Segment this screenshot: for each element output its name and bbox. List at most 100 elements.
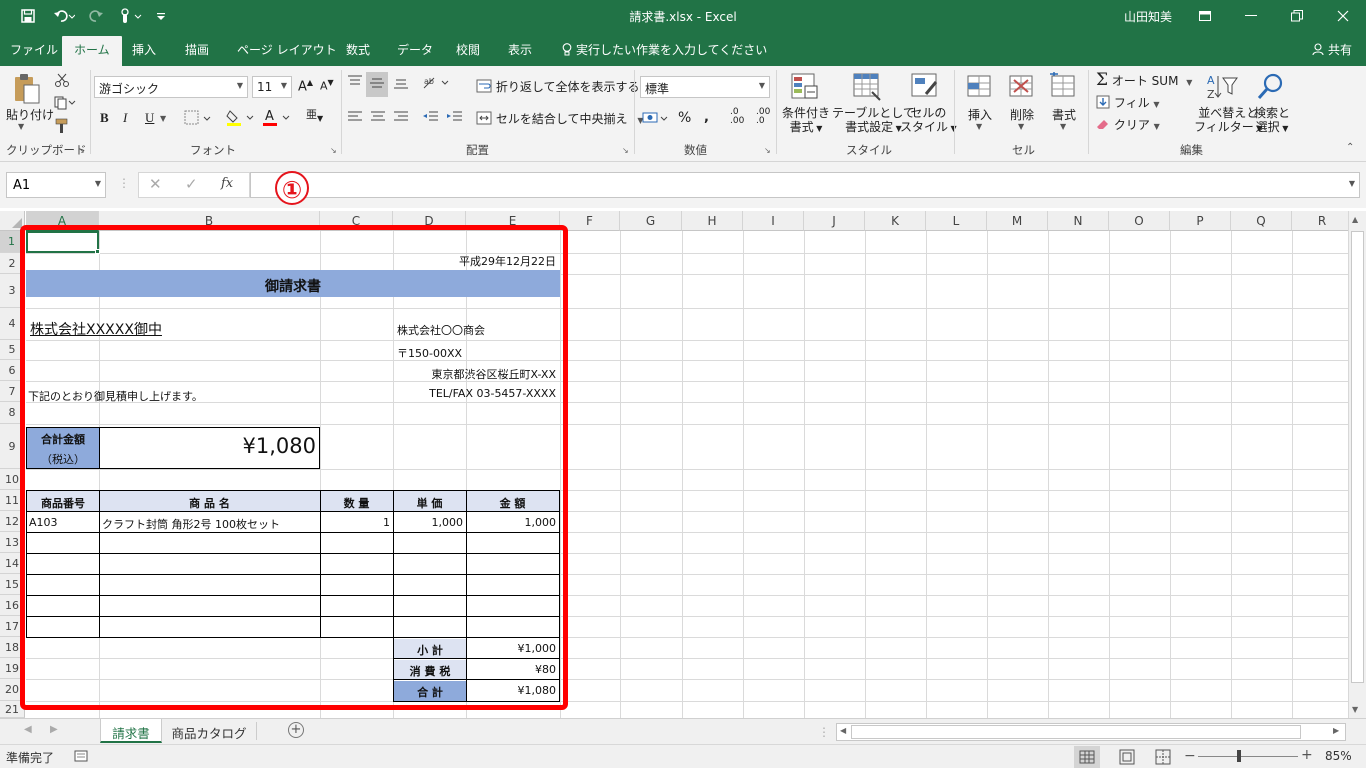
formula-input[interactable]: ▼ bbox=[250, 172, 1360, 198]
insert-cells-button[interactable]: 挿入 bbox=[968, 106, 992, 123]
merge-center-button[interactable]: セルを結合して中央揃え ▼ bbox=[476, 110, 643, 128]
zoom-in-icon[interactable]: + bbox=[1301, 747, 1313, 763]
sheet-tab-active[interactable]: 請求書 bbox=[100, 719, 162, 743]
number-launcher-icon[interactable]: ↘ bbox=[764, 146, 771, 155]
align-bottom-icon[interactable] bbox=[392, 74, 410, 93]
font-size-select[interactable]: 11 ▼ bbox=[252, 76, 292, 98]
worksheet-grid[interactable]: ABCDEFGHIJKLMNOPQR 1 2 3 4 5 6 7 8 9 10 11 12 13 14 15… bbox=[0, 208, 1366, 718]
align-right-icon[interactable] bbox=[392, 110, 410, 127]
tab-page-layout[interactable]: ページ レイアウト bbox=[237, 32, 337, 66]
format-as-table-icon[interactable] bbox=[852, 72, 882, 102]
column-header-i[interactable]: I bbox=[743, 211, 804, 231]
delete-cells-button[interactable]: 削除 bbox=[1010, 106, 1034, 123]
vertical-scrollbar[interactable]: ▲ ▼ bbox=[1348, 211, 1366, 718]
tab-file[interactable]: ファイル bbox=[10, 32, 58, 66]
column-header-j[interactable]: J bbox=[804, 211, 865, 231]
bold-button[interactable]: B bbox=[100, 110, 109, 126]
column-header-r[interactable]: R bbox=[1292, 211, 1353, 231]
font-launcher-icon[interactable]: ↘ bbox=[330, 146, 337, 155]
page-break-preview-icon[interactable] bbox=[1150, 746, 1176, 768]
find-select-icon[interactable] bbox=[1256, 72, 1286, 102]
column-header-l[interactable]: L bbox=[926, 211, 987, 231]
tab-formulas[interactable]: 数式 bbox=[346, 32, 370, 66]
wrap-text-button[interactable]: 折り返して全体を表示する bbox=[476, 78, 639, 96]
zoom-level[interactable]: 85% bbox=[1325, 749, 1352, 763]
collapse-ribbon-icon[interactable]: ⌃ bbox=[1346, 142, 1354, 153]
tab-insert[interactable]: 挿入 bbox=[132, 32, 156, 66]
confirm-entry-icon[interactable]: ✓ bbox=[185, 175, 198, 193]
format-cells-icon[interactable] bbox=[1048, 72, 1078, 102]
fill-color-icon[interactable] bbox=[226, 108, 256, 129]
vertical-scroll-thumb[interactable] bbox=[1351, 231, 1364, 683]
italic-button[interactable]: I bbox=[123, 110, 127, 126]
tab-data[interactable]: データ bbox=[397, 32, 433, 66]
alignment-launcher-icon[interactable]: ↘ bbox=[622, 146, 629, 155]
zoom-slider-track[interactable] bbox=[1198, 756, 1298, 757]
column-header-g[interactable]: G bbox=[620, 211, 682, 231]
conditional-formatting-icon[interactable] bbox=[790, 72, 820, 102]
align-top-icon[interactable] bbox=[346, 74, 364, 93]
paste-dropdown-icon[interactable]: ▼ bbox=[18, 122, 24, 131]
horizontal-scroll-thumb[interactable] bbox=[851, 725, 1301, 739]
phonetic-guide-icon[interactable]: 亜▼ bbox=[306, 106, 323, 123]
paste-button-label[interactable]: 貼り付け bbox=[6, 106, 54, 123]
column-header-h[interactable]: H bbox=[682, 211, 743, 231]
column-header-m[interactable]: M bbox=[987, 211, 1048, 231]
column-header-n[interactable]: N bbox=[1048, 211, 1109, 231]
close-icon[interactable] bbox=[1328, 0, 1358, 32]
find-select-button[interactable]: 検索と 選択 ▼ bbox=[1254, 106, 1290, 136]
column-header-f[interactable]: F bbox=[560, 211, 620, 231]
format-cells-button[interactable]: 書式 bbox=[1052, 106, 1076, 123]
conditional-formatting-button[interactable]: 条件付き 書式 ▼ bbox=[782, 106, 830, 136]
borders-icon[interactable] bbox=[184, 110, 212, 129]
tab-home[interactable]: ホーム bbox=[62, 36, 122, 66]
accounting-format-icon[interactable] bbox=[642, 110, 670, 129]
cancel-entry-icon[interactable]: ✕ bbox=[149, 175, 162, 193]
cell-styles-button[interactable]: セルの スタイル ▼ bbox=[900, 106, 957, 136]
chevron-down-icon[interactable]: ▼ bbox=[976, 122, 982, 131]
cut-icon[interactable] bbox=[54, 72, 70, 91]
underline-button[interactable]: U bbox=[145, 110, 154, 126]
chevron-down-icon[interactable]: ▼ bbox=[1060, 122, 1066, 131]
fill-button[interactable]: フィル ▼ bbox=[1096, 94, 1160, 112]
increase-indent-icon[interactable] bbox=[446, 110, 464, 127]
tell-me-box[interactable]: 実行したい作業を入力してください bbox=[562, 41, 767, 59]
percent-style-button[interactable]: % bbox=[678, 110, 691, 126]
zoom-slider-thumb[interactable] bbox=[1237, 750, 1241, 762]
increase-decimal-icon[interactable]: .0.00 bbox=[730, 108, 744, 126]
paste-icon[interactable] bbox=[12, 72, 42, 104]
name-box[interactable]: A1 ▼ bbox=[6, 172, 106, 198]
decrease-indent-icon[interactable] bbox=[422, 110, 440, 127]
sort-filter-button[interactable]: 並べ替えと フィルター ▼ bbox=[1194, 106, 1262, 136]
tab-draw[interactable]: 描画 bbox=[185, 32, 209, 66]
number-format-select[interactable]: 標準 ▼ bbox=[640, 76, 770, 98]
increase-font-size-icon[interactable]: A▲ bbox=[298, 78, 313, 94]
font-color-icon[interactable]: A bbox=[262, 108, 292, 129]
delete-cells-icon[interactable] bbox=[1006, 72, 1036, 102]
insert-cells-icon[interactable] bbox=[964, 72, 994, 102]
scroll-left-icon[interactable]: ◀ bbox=[840, 726, 846, 735]
horizontal-scrollbar[interactable]: ◀ ▶ bbox=[836, 723, 1346, 741]
tab-split-handle[interactable]: ⋮ bbox=[818, 725, 830, 739]
restore-icon[interactable] bbox=[1282, 0, 1312, 32]
minimize-icon[interactable] bbox=[1236, 0, 1266, 32]
align-left-icon[interactable] bbox=[346, 110, 364, 127]
scroll-up-icon[interactable]: ▲ bbox=[1352, 215, 1358, 224]
decrease-decimal-icon[interactable]: .00.0 bbox=[756, 108, 770, 126]
next-sheet-icon[interactable]: ▶ bbox=[50, 724, 58, 735]
scroll-down-icon[interactable]: ▼ bbox=[1352, 705, 1358, 714]
tab-review[interactable]: 校閲 bbox=[456, 32, 480, 66]
align-center-icon[interactable] bbox=[369, 110, 387, 127]
cell-styles-icon[interactable] bbox=[910, 72, 940, 102]
tab-view[interactable]: 表示 bbox=[508, 32, 532, 66]
page-layout-view-icon[interactable] bbox=[1114, 746, 1140, 768]
underline-dropdown-icon[interactable]: ▼ bbox=[160, 114, 166, 123]
format-painter-icon[interactable] bbox=[54, 118, 70, 137]
chevron-down-icon[interactable]: ▼ bbox=[1349, 179, 1355, 188]
zoom-out-icon[interactable]: − bbox=[1184, 748, 1196, 764]
column-header-k[interactable]: K bbox=[865, 211, 926, 231]
scroll-right-icon[interactable]: ▶ bbox=[1333, 726, 1339, 735]
ribbon-display-options-icon[interactable] bbox=[1190, 0, 1220, 32]
chevron-down-icon[interactable]: ▼ bbox=[1018, 122, 1024, 131]
user-name[interactable]: 山田知美 bbox=[1124, 8, 1172, 25]
